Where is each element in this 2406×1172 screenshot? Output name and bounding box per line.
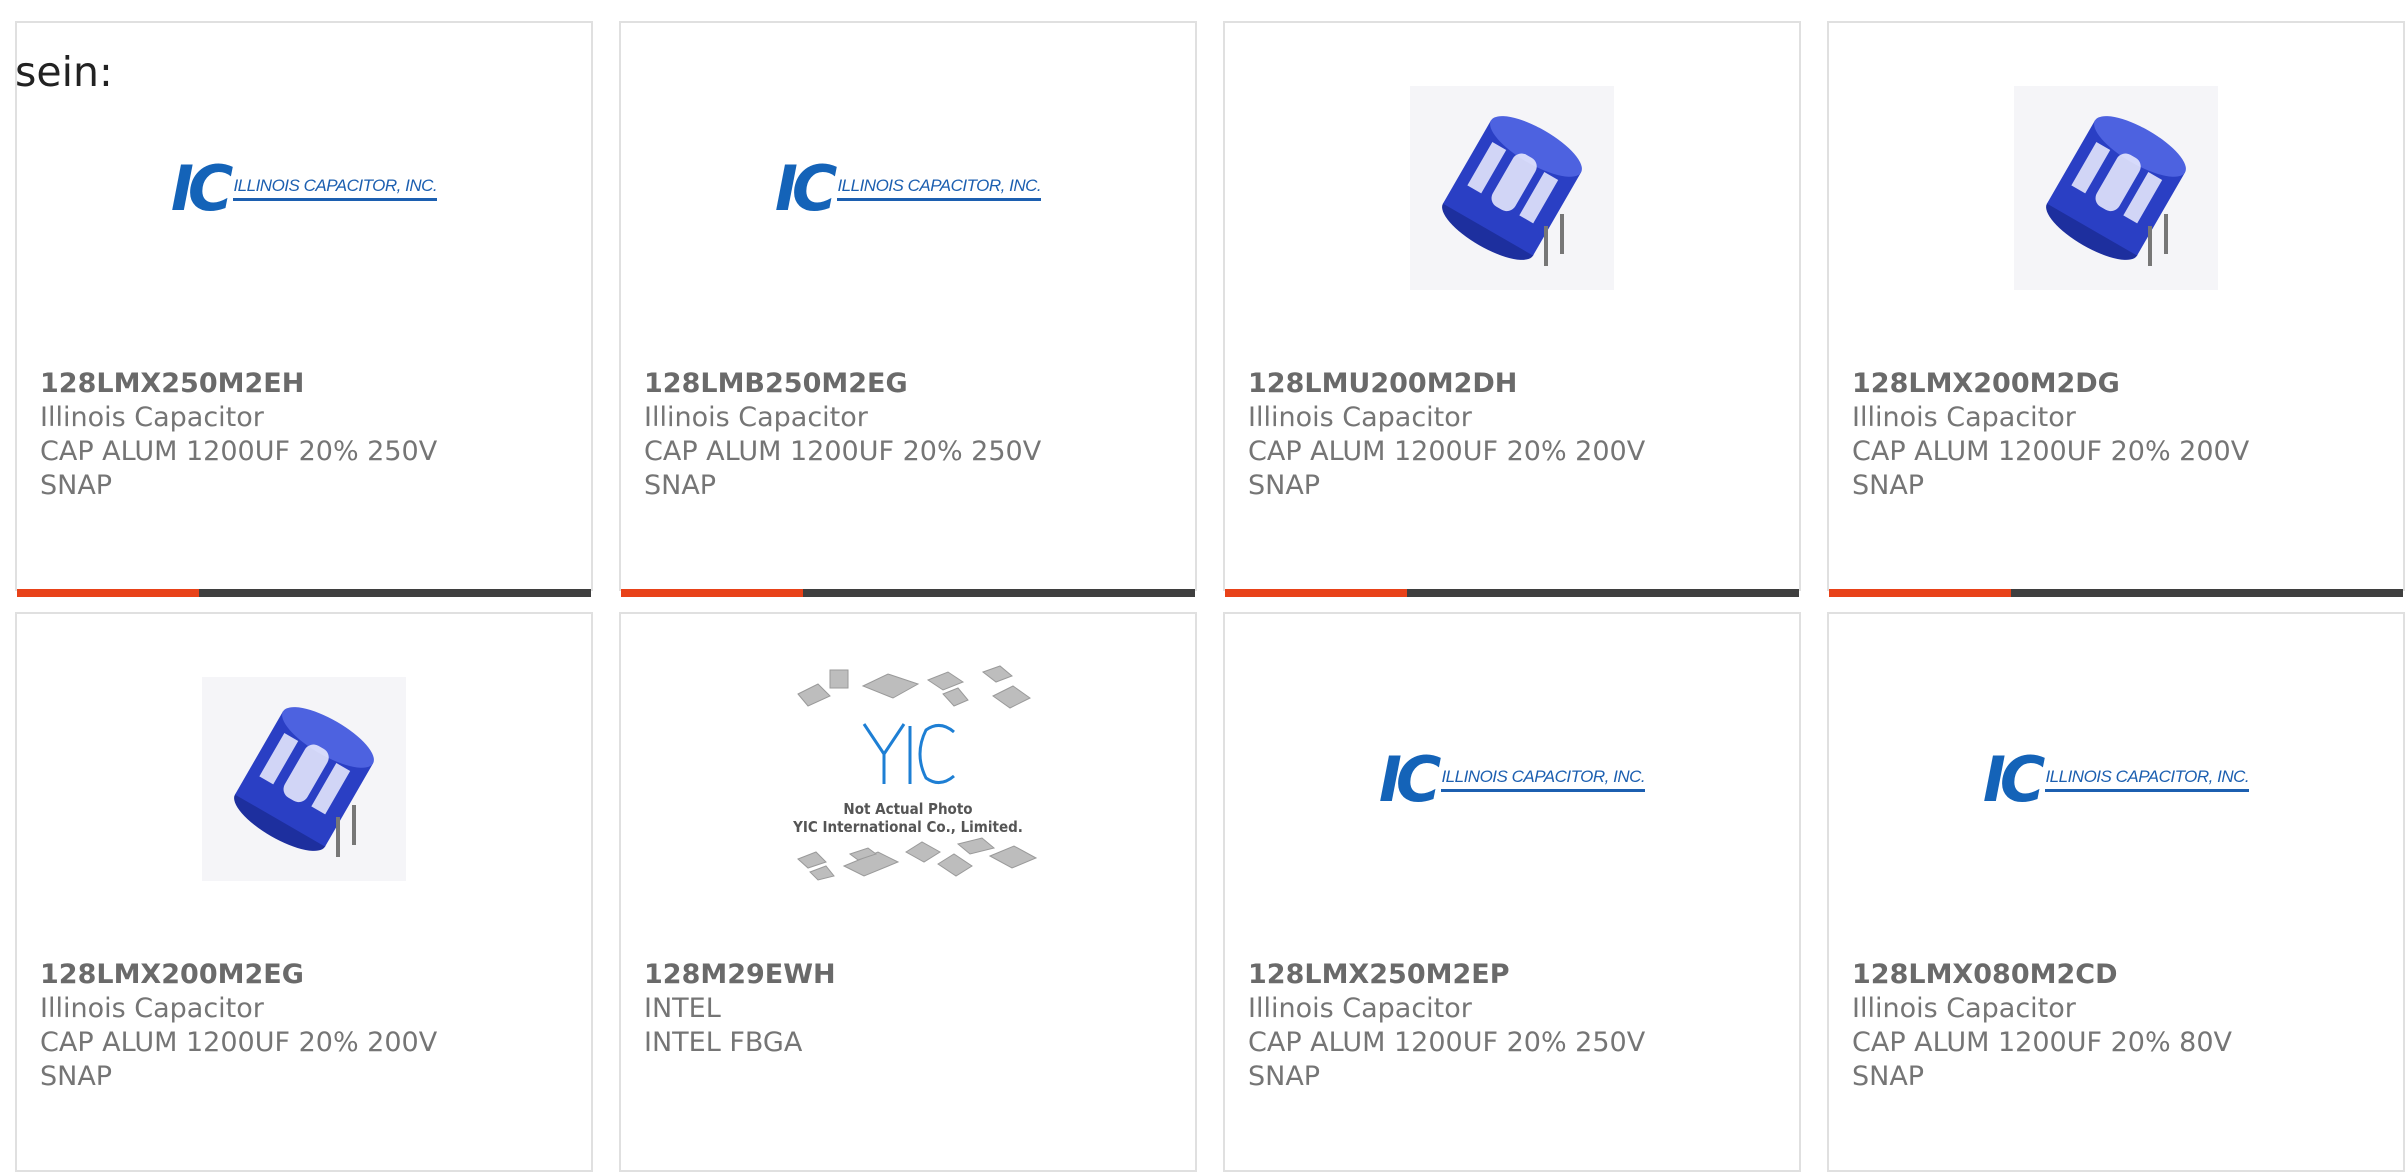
description-line-2: SNAP xyxy=(1248,1061,1321,1092)
description-line-2: SNAP xyxy=(40,1061,113,1092)
illinois-capacitor-logo: IC ILLINOIS CAPACITOR, INC. xyxy=(1378,742,1646,816)
product-image[interactable]: IC ILLINOIS CAPACITOR, INC. xyxy=(1225,674,1799,884)
illinois-capacitor-logo: IC ILLINOIS CAPACITOR, INC. xyxy=(1982,742,2250,816)
product-card[interactable]: IC ILLINOIS CAPACITOR, INC. 128LMB250M2E… xyxy=(619,21,1197,597)
description-line-2: SNAP xyxy=(1852,1061,1925,1092)
manufacturer: Illinois Capacitor xyxy=(40,402,264,433)
product-image[interactable] xyxy=(1225,83,1799,293)
description: CAP ALUM 1200UF 20% 250V xyxy=(644,436,1042,467)
capacitor-icon xyxy=(1410,86,1614,290)
product-image[interactable] xyxy=(17,674,591,884)
product-card[interactable]: 128LMX200M2DG Illinois Capacitor CAP ALU… xyxy=(1827,21,2405,597)
manufacturer: Illinois Capacitor xyxy=(1248,402,1472,433)
manufacturer: Illinois Capacitor xyxy=(40,993,264,1024)
manufacturer: Illinois Capacitor xyxy=(1852,402,2076,433)
product-card[interactable]: 128LMU200M2DH Illinois Capacitor CAP ALU… xyxy=(1223,21,1801,597)
description: CAP ALUM 1200UF 20% 200V xyxy=(1852,436,2250,467)
product-grid: IC ILLINOIS CAPACITOR, INC. 128LMX250M2E… xyxy=(0,0,2406,1172)
description-line-2: SNAP xyxy=(1852,470,1925,501)
part-number-link[interactable]: 128LMX200M2DG xyxy=(1852,367,2385,401)
illinois-capacitor-logo: IC ILLINOIS CAPACITOR, INC. xyxy=(170,151,438,225)
product-card[interactable]: IC ILLINOIS CAPACITOR, INC. 128LMX250M2E… xyxy=(15,21,593,597)
card-bar xyxy=(1225,589,1799,597)
part-number-link[interactable]: 128LMX200M2EG xyxy=(40,958,573,992)
card-bar-accent xyxy=(1829,589,2011,597)
description: CAP ALUM 1200UF 20% 200V xyxy=(1248,436,1646,467)
intro-text: sein: xyxy=(15,48,113,96)
part-number-link[interactable]: 128LMU200M2DH xyxy=(1248,367,1781,401)
manufacturer: INTEL xyxy=(644,993,721,1024)
description-line-2: SNAP xyxy=(1248,470,1321,501)
part-number-link[interactable]: 128M29EWH xyxy=(644,958,1177,992)
card-bar xyxy=(621,589,1195,597)
product-card[interactable]: IC ILLINOIS CAPACITOR, INC. 128LMX250M2E… xyxy=(1223,612,1801,1172)
card-bar-accent xyxy=(17,589,199,597)
product-image[interactable] xyxy=(1829,83,2403,293)
card-bar-accent xyxy=(621,589,803,597)
capacitor-icon xyxy=(2014,86,2218,290)
manufacturer: Illinois Capacitor xyxy=(644,402,868,433)
description: CAP ALUM 1200UF 20% 80V xyxy=(1852,1027,2233,1058)
product-card[interactable]: 128LMX200M2EG Illinois Capacitor CAP ALU… xyxy=(15,612,593,1172)
description: CAP ALUM 1200UF 20% 250V xyxy=(1248,1027,1646,1058)
manufacturer: Illinois Capacitor xyxy=(1852,993,2076,1024)
description: CAP ALUM 1200UF 20% 250V xyxy=(40,436,438,467)
yic-caption-line-2: YIC International Co., Limited. xyxy=(792,818,1023,836)
not-actual-photo-image: Not Actual Photo YIC International Co., … xyxy=(792,665,1038,881)
description: CAP ALUM 1200UF 20% 200V xyxy=(40,1027,438,1058)
product-image[interactable]: IC ILLINOIS CAPACITOR, INC. xyxy=(621,83,1195,293)
part-number-link[interactable]: 128LMX250M2EH xyxy=(40,367,573,401)
description-line-2: SNAP xyxy=(40,470,113,501)
manufacturer: Illinois Capacitor xyxy=(1248,993,1472,1024)
part-number-link[interactable]: 128LMX080M2CD xyxy=(1852,958,2385,992)
card-bar xyxy=(1829,589,2403,597)
description: INTEL FBGA xyxy=(644,1027,803,1058)
yic-caption-line-1: Not Actual Photo xyxy=(843,800,972,818)
illinois-capacitor-logo: IC ILLINOIS CAPACITOR, INC. xyxy=(774,151,1042,225)
product-card[interactable]: Not Actual Photo YIC International Co., … xyxy=(619,612,1197,1172)
product-image[interactable]: IC ILLINOIS CAPACITOR, INC. xyxy=(1829,674,2403,884)
card-bar xyxy=(17,589,591,597)
description-line-2: SNAP xyxy=(644,470,717,501)
product-card[interactable]: IC ILLINOIS CAPACITOR, INC. 128LMX080M2C… xyxy=(1827,612,2405,1172)
capacitor-icon xyxy=(202,677,406,881)
part-number-link[interactable]: 128LMX250M2EP xyxy=(1248,958,1781,992)
part-number-link[interactable]: 128LMB250M2EG xyxy=(644,367,1177,401)
product-image[interactable]: IC ILLINOIS CAPACITOR, INC. xyxy=(17,83,591,293)
card-bar-accent xyxy=(1225,589,1407,597)
product-image[interactable]: Not Actual Photo YIC International Co., … xyxy=(621,665,1195,884)
